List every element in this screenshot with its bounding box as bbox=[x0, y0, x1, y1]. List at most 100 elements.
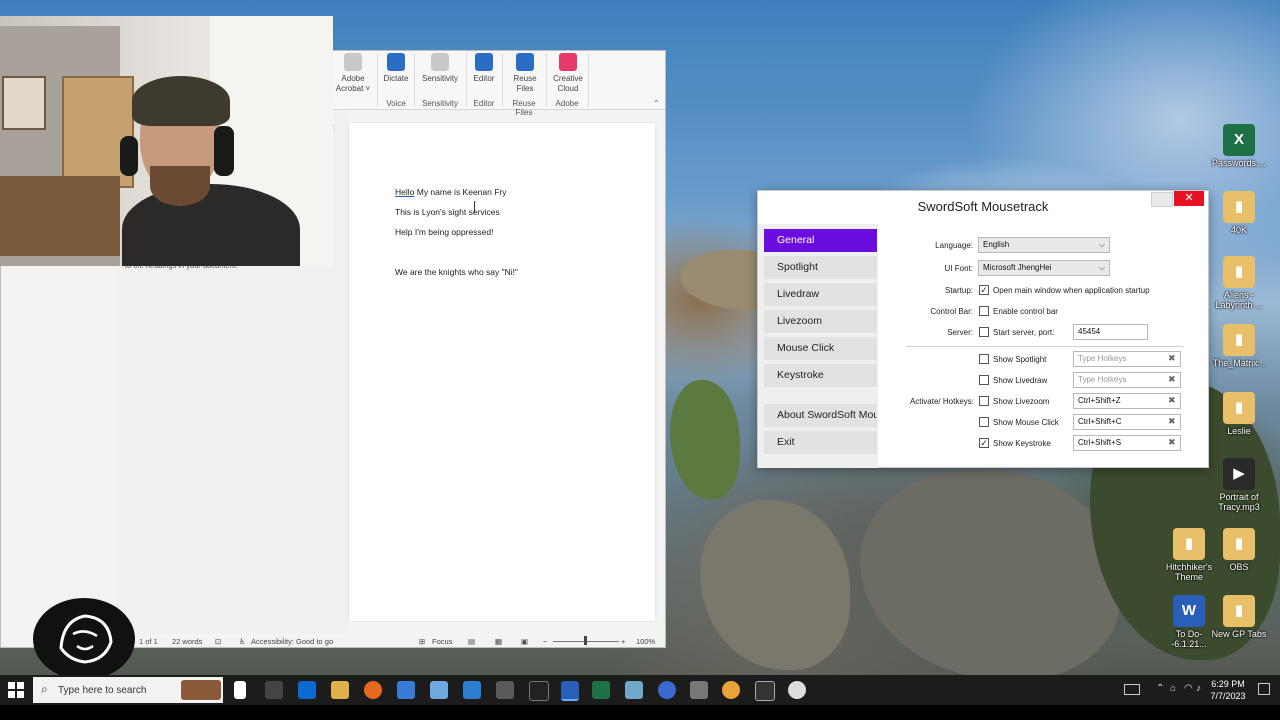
focus-button[interactable]: Focus bbox=[432, 637, 452, 646]
web-layout-icon[interactable]: ▣ bbox=[521, 637, 528, 646]
nav-about[interactable]: About SwordSoft Mousetrack bbox=[764, 404, 877, 427]
zoom-slider-thumb[interactable] bbox=[584, 636, 587, 645]
app-icon[interactable] bbox=[625, 681, 643, 699]
nav-livezoom[interactable]: Livezoom bbox=[764, 310, 877, 333]
spotlight-hotkey-input[interactable]: Type Hotkeys bbox=[1073, 351, 1181, 367]
document-page[interactable]: Hello My name is Keenan Fry This is Lyon… bbox=[349, 123, 655, 621]
nav-livedraw[interactable]: Livedraw bbox=[764, 283, 877, 306]
livedraw-checkbox[interactable] bbox=[979, 375, 989, 385]
app-icon[interactable] bbox=[755, 681, 775, 701]
desktop-icon-right-0[interactable]: X Passwords.... bbox=[1208, 124, 1270, 168]
control-bar-checkbox[interactable] bbox=[979, 306, 989, 316]
status-page[interactable]: 1 of 1 bbox=[139, 637, 158, 646]
mouse-click-checkbox[interactable] bbox=[979, 417, 989, 427]
wifi-icon[interactable]: ◠ bbox=[1184, 683, 1193, 694]
app-icon[interactable] bbox=[722, 681, 740, 699]
nav-exit[interactable]: Exit bbox=[764, 431, 877, 454]
adobe-acrobat-button[interactable]: Adobe Acrobat ˅ bbox=[335, 51, 371, 94]
network-icon[interactable]: ⌂ bbox=[1170, 683, 1176, 694]
desktop-icon-right-1[interactable]: ▮ 40K bbox=[1208, 191, 1270, 235]
reuse-files-button[interactable]: Reuse Files bbox=[505, 51, 545, 94]
creative-cloud-button[interactable]: Creative Cloud bbox=[549, 51, 587, 94]
zoom-out-icon[interactable]: − bbox=[543, 637, 547, 646]
task-view-icon[interactable] bbox=[234, 681, 246, 699]
vpn-icon[interactable] bbox=[658, 681, 676, 699]
chevron-down-icon: ⌵ bbox=[1098, 263, 1105, 272]
app-icon[interactable] bbox=[430, 681, 448, 699]
taskbar-search[interactable]: ⌕ Type here to search bbox=[33, 677, 223, 703]
calculator-icon[interactable] bbox=[496, 681, 514, 699]
close-button[interactable]: ✕ bbox=[1174, 191, 1204, 206]
ribbon-group-editor: Editor bbox=[473, 99, 495, 108]
windows-start-icon[interactable] bbox=[8, 682, 24, 698]
clear-icon[interactable]: ✖ bbox=[1168, 416, 1205, 427]
document-paragraph-3[interactable]: Help I'm being oppressed! bbox=[395, 227, 494, 237]
dictate-button[interactable]: Dictate bbox=[381, 51, 411, 84]
document-paragraph-1[interactable]: Hello My name is Keenan Fry bbox=[395, 187, 507, 197]
server-port-input[interactable]: 45454 bbox=[1073, 324, 1148, 340]
desktop-icon-right-3[interactable]: ▮ The_Matrix... bbox=[1208, 324, 1270, 368]
desktop-icon-right-2[interactable]: ▮ Aliens - Labyrinth ... bbox=[1208, 256, 1270, 310]
nav-keystroke[interactable]: Keystroke bbox=[764, 364, 877, 387]
zoom-in-icon[interactable]: + bbox=[621, 637, 625, 646]
clear-icon[interactable]: ✖ bbox=[1168, 437, 1205, 448]
print-layout-icon[interactable]: ▦ bbox=[495, 637, 502, 646]
clear-icon[interactable]: ✖ bbox=[1168, 353, 1205, 364]
firefox-icon[interactable] bbox=[364, 681, 382, 699]
app-icon[interactable] bbox=[690, 681, 708, 699]
desktop-app-icon: X bbox=[1223, 124, 1255, 156]
ui-font-select[interactable]: Microsoft JhengHei ⌵ bbox=[978, 260, 1110, 276]
spotlight-checkbox[interactable] bbox=[979, 354, 989, 364]
nav-spotlight[interactable]: Spotlight bbox=[764, 256, 877, 279]
language-value: English bbox=[983, 240, 1010, 249]
desktop-icon-label: Passwords.... bbox=[1211, 158, 1267, 168]
keystroke-hotkey-input[interactable]: Ctrl+Shift+S bbox=[1073, 435, 1181, 451]
language-select[interactable]: English ⌵ bbox=[978, 237, 1110, 253]
file-explorer-icon[interactable] bbox=[331, 681, 349, 699]
startup-checkbox[interactable]: ✓ bbox=[979, 285, 989, 295]
nav-general[interactable]: General bbox=[764, 229, 877, 252]
desktop-icon-right-5[interactable]: ▶ Portrait of Tracy.mp3 bbox=[1208, 458, 1270, 512]
collapse-ribbon-icon[interactable]: ⌃ bbox=[653, 99, 660, 108]
livedraw-hotkey-input[interactable]: Type Hotkeys bbox=[1073, 372, 1181, 388]
terminal-icon[interactable] bbox=[529, 681, 549, 701]
status-accessibility[interactable]: Accessibility: Good to go bbox=[251, 637, 333, 646]
word-taskbar-icon[interactable] bbox=[561, 681, 579, 701]
keyboard-icon[interactable] bbox=[1124, 684, 1140, 695]
document-paragraph-4[interactable]: We are the knights who say "Ni!" bbox=[395, 267, 518, 277]
proofing-icon[interactable]: ⊡ bbox=[215, 637, 221, 646]
document-paragraph-2[interactable]: This is Lyon's sight services bbox=[395, 207, 500, 217]
server-checkbox[interactable] bbox=[979, 327, 989, 337]
photos-icon[interactable] bbox=[463, 681, 481, 699]
status-word-count[interactable]: 22 words bbox=[172, 637, 202, 646]
taskbar-date[interactable]: 7/7/2023 bbox=[1206, 691, 1250, 701]
livezoom-checkbox[interactable] bbox=[979, 396, 989, 406]
desktop-icon-right-9[interactable]: ▮ New GP Tabs bbox=[1208, 595, 1270, 639]
excel-taskbar-icon[interactable] bbox=[592, 681, 610, 699]
volume-icon[interactable]: ♪ bbox=[1196, 683, 1201, 694]
livezoom-hotkey-input[interactable]: Ctrl+Shift+Z bbox=[1073, 393, 1181, 409]
desktop-app-icon: ▮ bbox=[1223, 256, 1255, 288]
adobe-acrobat-icon bbox=[344, 53, 362, 71]
clear-icon[interactable]: ✖ bbox=[1168, 395, 1205, 406]
mousetrack-taskbar-icon[interactable] bbox=[788, 681, 806, 699]
settings-icon[interactable] bbox=[265, 681, 283, 699]
zoom-level[interactable]: 100% bbox=[636, 637, 655, 646]
minimize-button[interactable] bbox=[1151, 192, 1173, 207]
mouse-click-hotkey-input[interactable]: Ctrl+Shift+C bbox=[1073, 414, 1181, 430]
outlook-icon[interactable] bbox=[298, 681, 316, 699]
desktop-icon-right-4[interactable]: ▮ Leslie bbox=[1208, 392, 1270, 436]
taskbar-time[interactable]: 6:29 PM bbox=[1206, 679, 1250, 689]
app-icon[interactable] bbox=[397, 681, 415, 699]
chevron-up-icon[interactable]: ⌃ bbox=[1156, 683, 1164, 694]
nav-mouse-click[interactable]: Mouse Click bbox=[764, 337, 877, 360]
clear-icon[interactable]: ✖ bbox=[1168, 374, 1205, 385]
keystroke-checkbox[interactable]: ✓ bbox=[979, 438, 989, 448]
read-mode-icon[interactable]: ▤ bbox=[468, 637, 475, 646]
desktop-icon-right-7[interactable]: ▮ OBS bbox=[1208, 528, 1270, 572]
ribbon-button-label: Creative Cloud bbox=[553, 74, 583, 93]
paragraph-1-rest: My name is Keenan Fry bbox=[414, 187, 507, 197]
notifications-icon[interactable] bbox=[1258, 683, 1270, 695]
editor-button[interactable]: Editor bbox=[469, 51, 499, 84]
sensitivity-button[interactable]: Sensitivity bbox=[417, 51, 463, 84]
